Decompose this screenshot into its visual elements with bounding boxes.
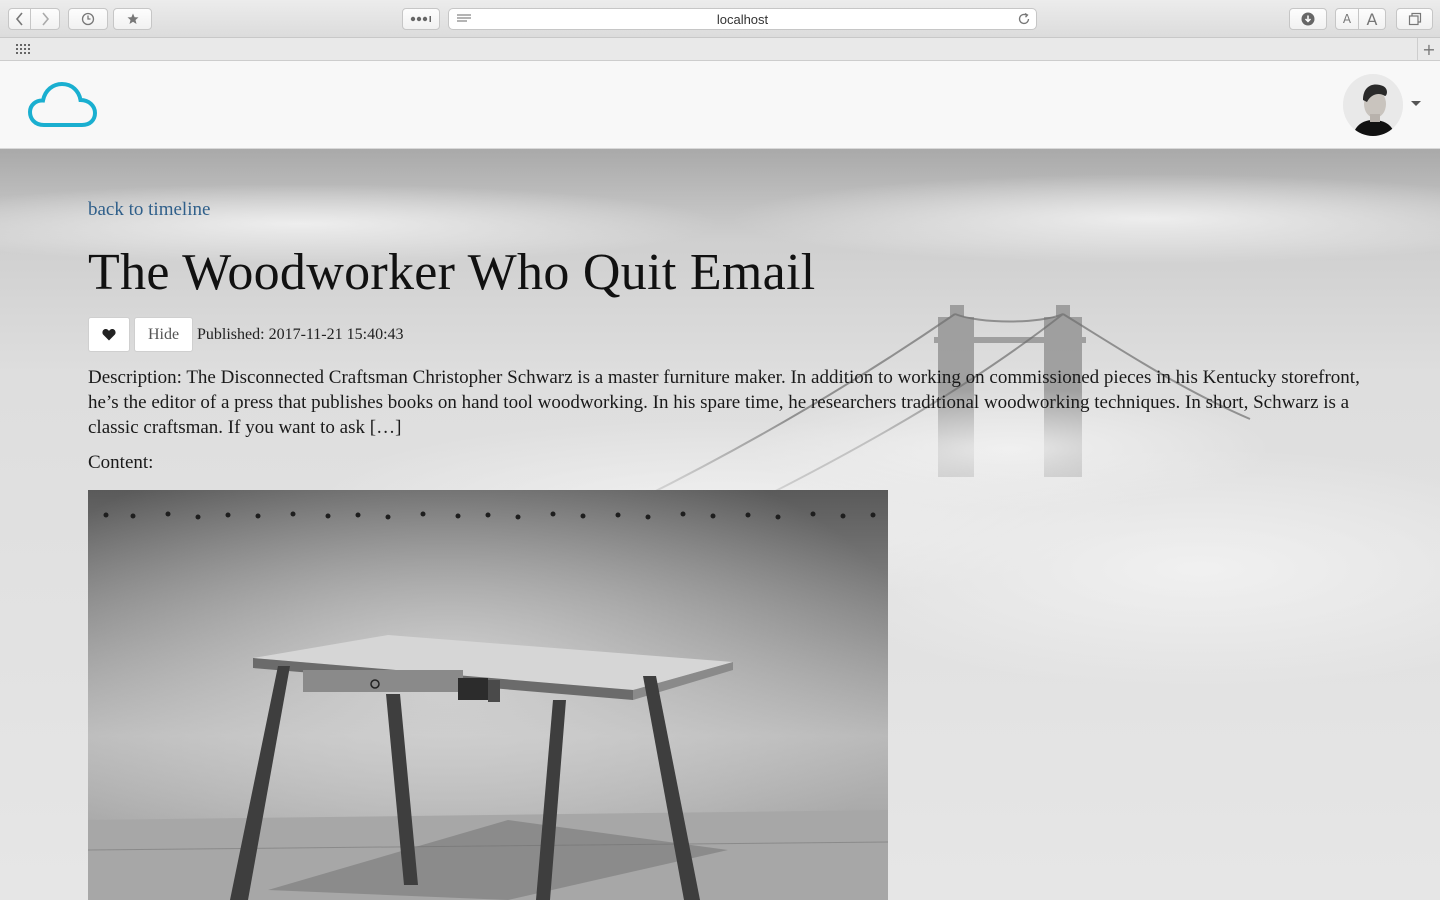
post-actions: Hide Published: 2017-11-21 15:40:43 xyxy=(88,317,404,352)
tabs-overview-button[interactable] xyxy=(1396,8,1433,30)
bookmarks-button[interactable] xyxy=(113,8,152,30)
url-text: localhost xyxy=(716,12,769,27)
grid-icon[interactable] xyxy=(16,44,30,54)
browser-toolbar: localhost A A xyxy=(0,0,1440,38)
post-title: The Woodworker Who Quit Email xyxy=(88,244,816,301)
star-icon xyxy=(127,13,138,24)
font-larger-button[interactable]: A xyxy=(1359,8,1386,30)
new-tab-button[interactable]: + xyxy=(1417,38,1440,60)
content-label: Content: xyxy=(88,452,154,473)
chevron-right-icon xyxy=(42,12,50,26)
address-bar[interactable]: localhost xyxy=(448,8,1037,30)
published-date: Published: 2017-11-21 15:40:43 xyxy=(197,325,404,343)
heart-icon xyxy=(102,328,116,341)
history-button[interactable] xyxy=(68,8,108,30)
reload-icon[interactable] xyxy=(1017,12,1031,26)
app-header xyxy=(0,61,1440,149)
back-to-timeline-link[interactable]: back to timeline xyxy=(88,199,210,221)
clock-icon xyxy=(81,12,95,26)
caret-down-icon[interactable] xyxy=(1411,101,1421,106)
forward-button[interactable] xyxy=(31,8,60,30)
dots-icon xyxy=(410,16,431,22)
avatar[interactable] xyxy=(1343,74,1403,136)
download-icon xyxy=(1301,12,1315,26)
more-button[interactable] xyxy=(402,8,440,30)
post-description: Description: The Disconnected Craftsman … xyxy=(88,367,1360,438)
downloads-button[interactable] xyxy=(1289,8,1327,30)
like-button[interactable] xyxy=(88,317,130,352)
tabs-icon xyxy=(1408,12,1421,26)
cloud-icon[interactable] xyxy=(28,81,98,129)
back-button[interactable] xyxy=(8,8,31,30)
post-image xyxy=(88,490,888,900)
user-photo xyxy=(1343,74,1403,136)
hide-button[interactable]: Hide xyxy=(134,317,193,352)
font-smaller-button[interactable]: A xyxy=(1335,8,1359,30)
chevron-left-icon xyxy=(15,12,23,26)
favorites-bar: + xyxy=(0,38,1440,61)
